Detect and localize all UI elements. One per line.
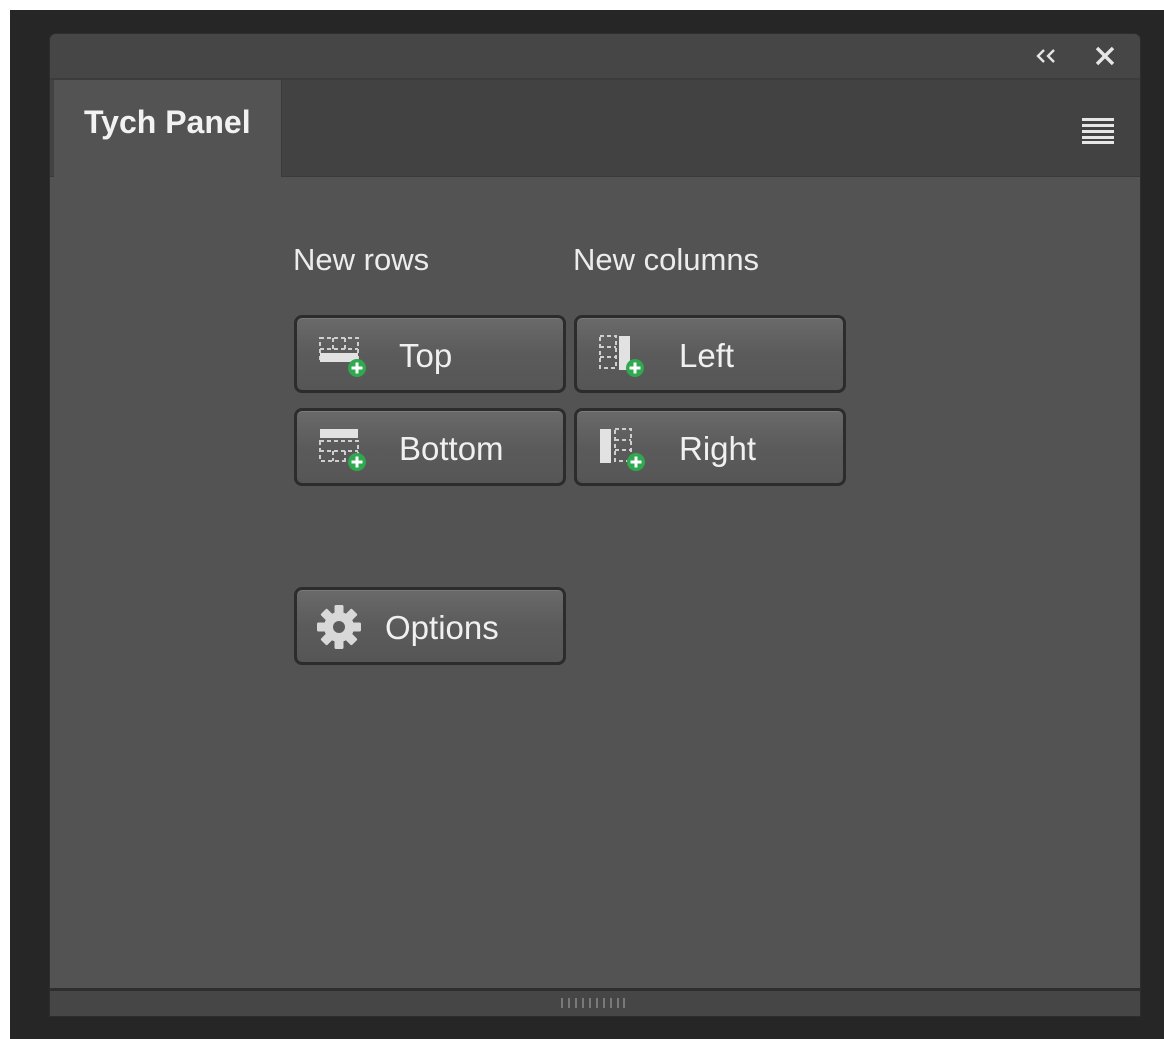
options-button[interactable]: Options (294, 587, 566, 665)
new-columns-label: New columns (573, 242, 760, 277)
gear-icon (317, 605, 361, 649)
resize-grip-icon[interactable] (558, 997, 628, 1009)
hamburger-menu-icon (1082, 118, 1114, 144)
options-button-label: Options (385, 609, 499, 646)
add-column-right-button[interactable]: Right (574, 408, 846, 486)
panel-footer (50, 988, 1140, 1016)
add-row-top-button[interactable]: Top (294, 315, 566, 393)
right-button-label: Right (679, 430, 757, 467)
bottom-button-label: Bottom (399, 430, 504, 467)
add-column-left-icon (599, 335, 644, 377)
tab-bar: Tych Panel (50, 80, 1140, 177)
close-button[interactable] (1090, 42, 1120, 70)
collapse-button[interactable] (1032, 42, 1062, 70)
double-chevron-left-icon (1036, 49, 1055, 63)
tab-title: Tych Panel (84, 104, 251, 140)
add-row-top-icon (319, 337, 366, 377)
top-button-label: Top (399, 337, 453, 374)
left-button-label: Left (679, 337, 735, 374)
panel-titlebar (50, 34, 1140, 80)
add-row-bottom-icon (319, 429, 366, 471)
panel-menu-button[interactable] (1080, 116, 1120, 144)
close-icon (1095, 46, 1115, 66)
tab-tych-panel[interactable]: Tych Panel (54, 80, 282, 177)
add-column-right-icon (600, 428, 645, 471)
new-rows-label: New rows (293, 242, 430, 277)
add-column-left-button[interactable]: Left (574, 315, 846, 393)
tych-panel: Tych Panel New rows New columns Top Left… (50, 34, 1140, 1016)
add-row-bottom-button[interactable]: Bottom (294, 408, 566, 486)
